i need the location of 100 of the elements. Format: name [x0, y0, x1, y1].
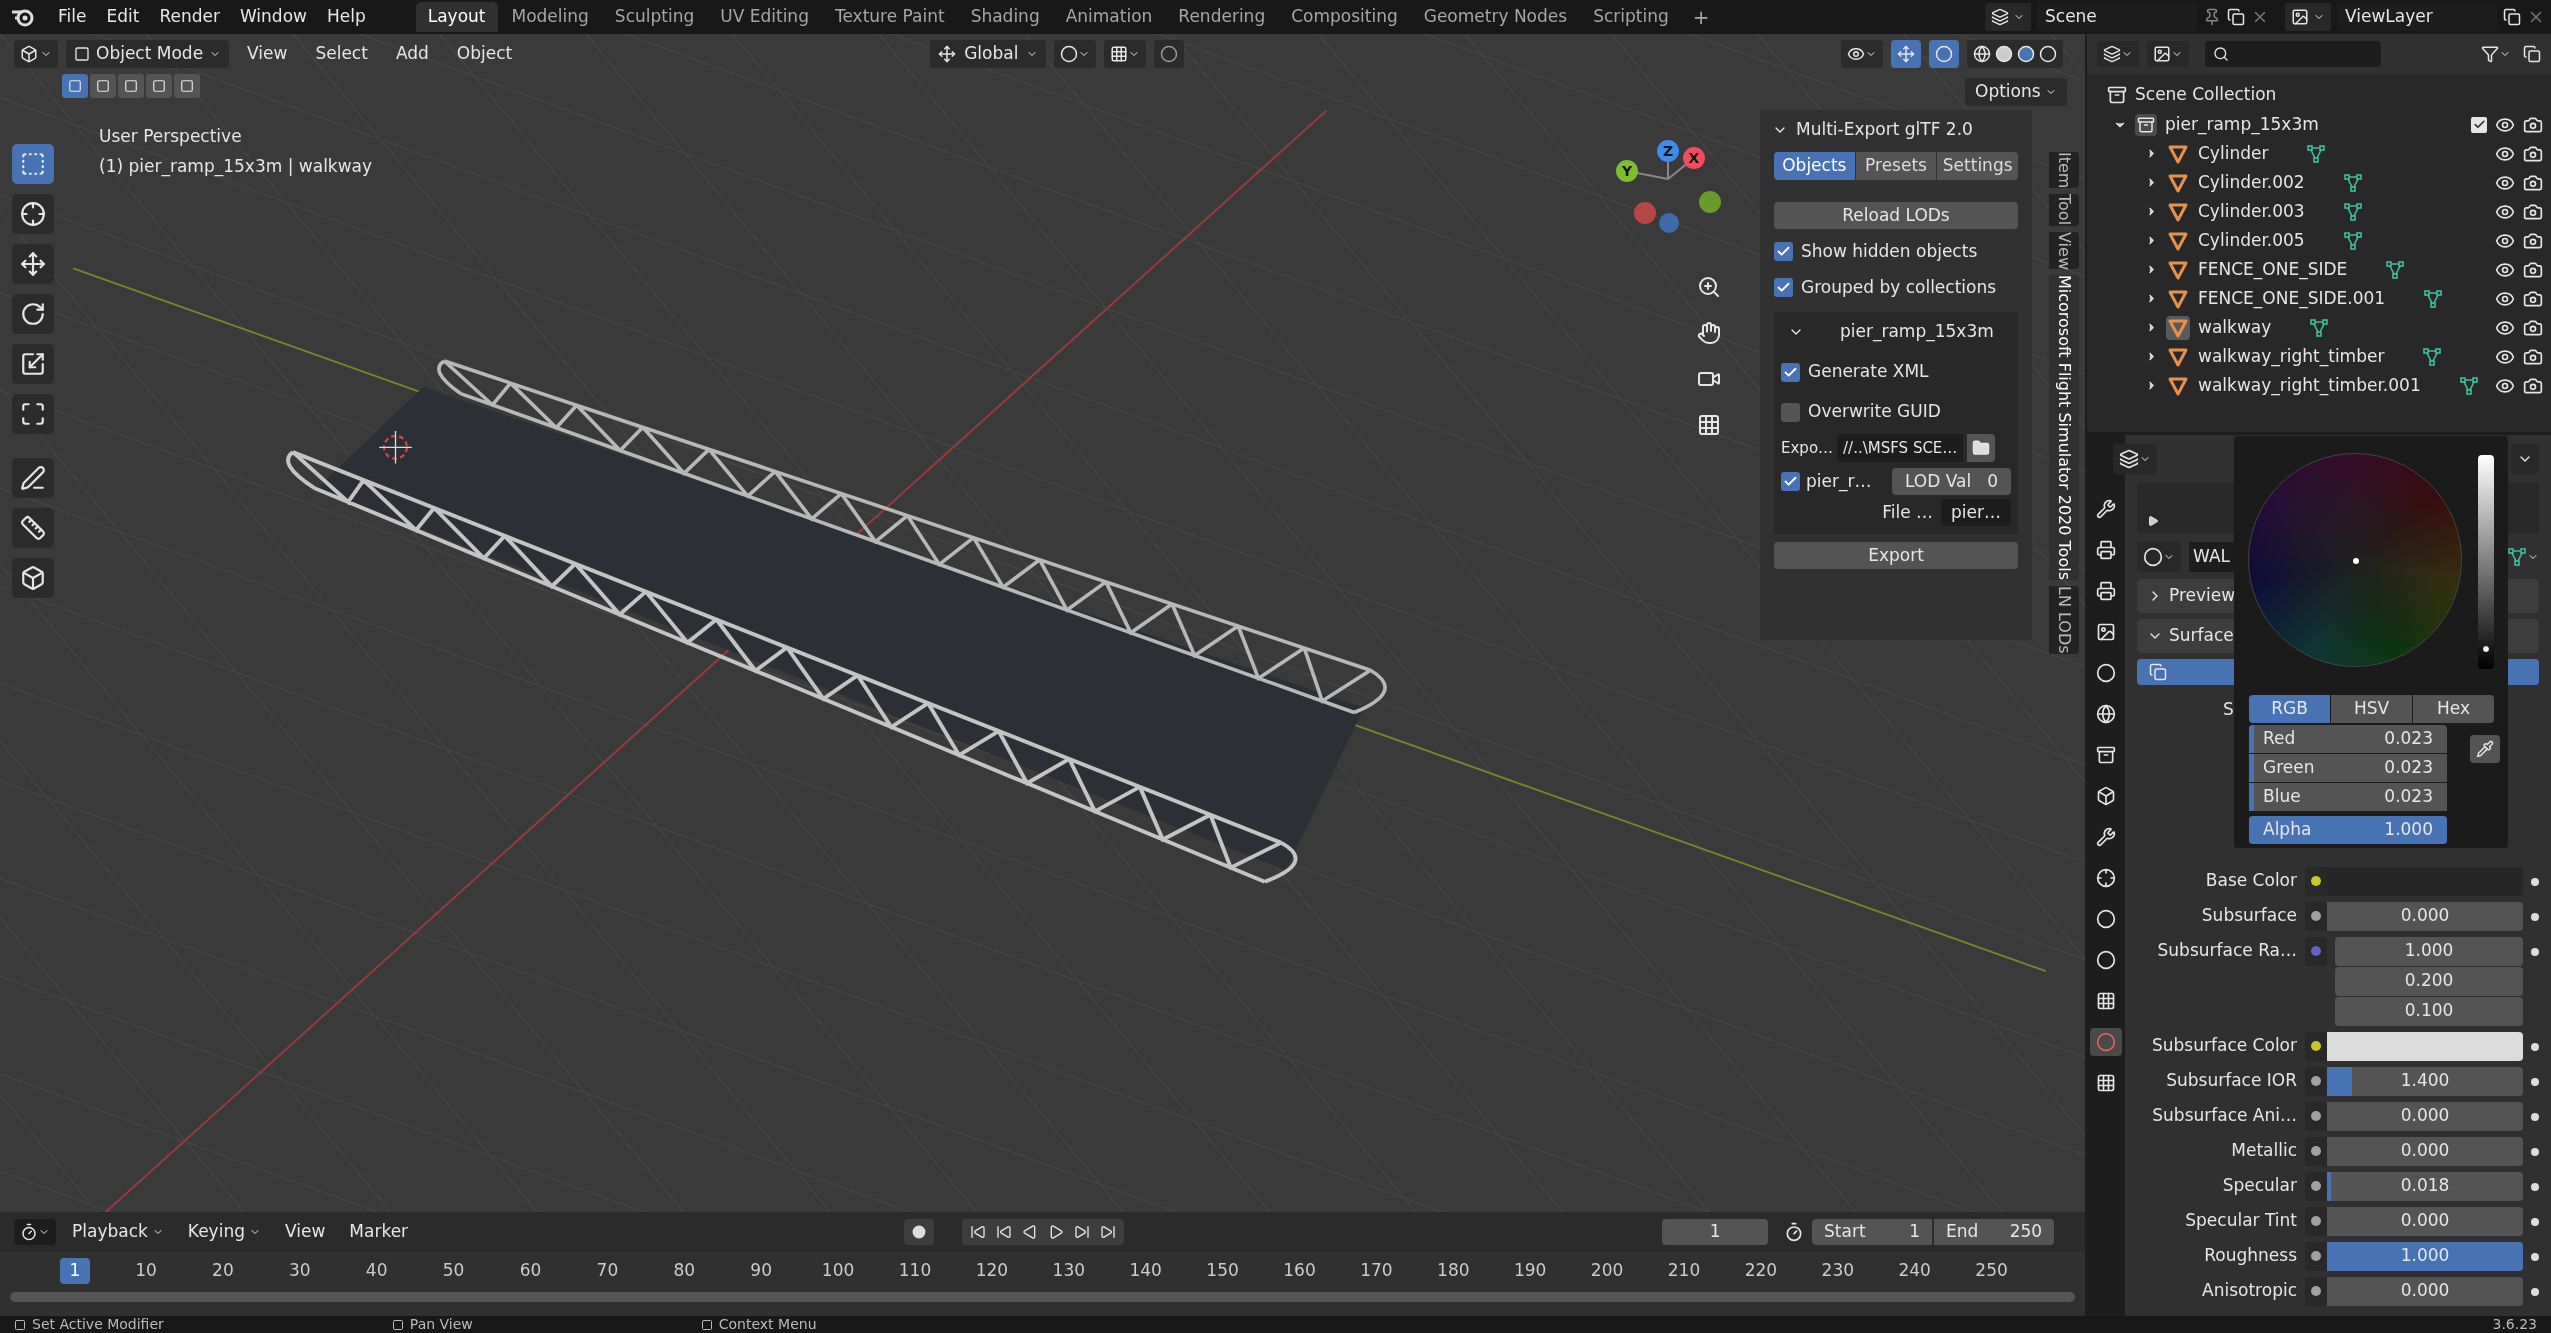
- workspace-tab[interactable]: Animation: [1053, 2, 1165, 32]
- checkbox[interactable]: [1781, 402, 1800, 422]
- checkbox[interactable]: [1774, 277, 1793, 297]
- outliner-item[interactable]: walkway_right_timber: [2198, 343, 2385, 370]
- start-frame-field[interactable]: Start 1: [1812, 1219, 1933, 1245]
- workspace-tab[interactable]: Scripting: [1581, 2, 1681, 32]
- checkbox-label[interactable]: Generate XML: [1808, 359, 1929, 385]
- menu-item[interactable]: Window: [229, 4, 317, 30]
- outliner-item[interactable]: walkway_right_timber.001: [2198, 372, 2421, 399]
- socket-button[interactable]: [2305, 1171, 2327, 1201]
- socket-button[interactable]: [2305, 1136, 2327, 1166]
- lod-value-field[interactable]: LOD Val 0: [1892, 468, 2011, 495]
- dropdown-button[interactable]: [2511, 444, 2539, 474]
- workspace-tab[interactable]: Rendering: [1166, 2, 1278, 32]
- workspace-tab[interactable]: Shading: [958, 2, 1052, 32]
- workspace-tab[interactable]: Modeling: [499, 2, 601, 32]
- socket-button[interactable]: [2305, 1066, 2327, 1096]
- menu-item[interactable]: Render: [149, 4, 230, 30]
- socket-button[interactable]: [2305, 901, 2327, 931]
- selection-mode-button[interactable]: [146, 74, 172, 98]
- tool-button[interactable]: [12, 194, 54, 234]
- value-slider[interactable]: [2478, 455, 2494, 669]
- scene-selector[interactable]: [1985, 3, 2031, 31]
- socket-button[interactable]: [2305, 866, 2327, 896]
- menu-item[interactable]: File: [48, 4, 97, 30]
- menu-item[interactable]: Select: [305, 41, 378, 67]
- value-field[interactable]: 0.200: [2335, 966, 2523, 996]
- sidebar-tab[interactable]: Micorosoft Flight Simulator 2020 Tools: [2049, 275, 2079, 581]
- value-field[interactable]: 0.000: [2327, 1206, 2523, 1236]
- outliner-item[interactable]: pier_ramp_15x3m: [2165, 111, 2319, 138]
- sidebar-tab[interactable]: Item: [2049, 152, 2079, 189]
- color-channel-field[interactable]: Alpha 1.000: [2249, 816, 2447, 844]
- view-layer-selector[interactable]: [2285, 3, 2331, 31]
- checkbox-label[interactable]: Grouped by collections: [1801, 274, 1997, 300]
- menu-item[interactable]: Marker: [341, 1219, 417, 1245]
- editor-type-button[interactable]: [14, 1219, 56, 1245]
- menu-item[interactable]: Help: [316, 4, 376, 30]
- selection-mode-button[interactable]: [90, 74, 116, 98]
- sidebar-tab[interactable]: View: [2049, 231, 2079, 270]
- options-dropdown[interactable]: Options: [1965, 78, 2067, 106]
- panel-tab[interactable]: Objects: [1774, 152, 1855, 180]
- pivot-button[interactable]: [1054, 40, 1097, 68]
- reload-lods-button[interactable]: Reload LODs: [1774, 202, 2018, 229]
- menu-item[interactable]: View: [237, 41, 298, 67]
- color-channel-field[interactable]: Red 0.023: [2249, 725, 2447, 753]
- outliner-item[interactable]: FENCE_ONE_SIDE: [2198, 256, 2348, 283]
- checkbox[interactable]: [1774, 242, 1793, 262]
- socket-button[interactable]: [2305, 1031, 2327, 1061]
- editor-type-button[interactable]: [2113, 444, 2157, 474]
- value-field[interactable]: 1.000: [2327, 1241, 2523, 1271]
- checkbox-label[interactable]: Show hidden objects: [1801, 239, 1978, 265]
- mode-dropdown[interactable]: Object Mode: [66, 40, 230, 68]
- end-frame-field[interactable]: End 250: [1934, 1219, 2055, 1245]
- workspace-tab[interactable]: Sculpting: [602, 2, 707, 32]
- display-mode-button[interactable]: [2147, 41, 2189, 67]
- checkbox-label[interactable]: pier_r…: [1806, 468, 1886, 495]
- selection-mode-button[interactable]: [174, 74, 200, 98]
- color-channel-field[interactable]: Blue 0.023: [2249, 783, 2447, 811]
- tool-button[interactable]: [12, 344, 54, 384]
- menu-item[interactable]: Keying: [179, 1219, 269, 1245]
- tool-button[interactable]: [12, 244, 54, 284]
- slider-thumb[interactable]: [2482, 645, 2490, 653]
- search-field[interactable]: [2205, 41, 2381, 67]
- pin-icon[interactable]: [2203, 8, 2221, 26]
- scene-name-field[interactable]: Scene: [2037, 3, 2197, 31]
- workspace-tab[interactable]: UV Editing: [708, 2, 821, 32]
- timeline-scrollbar[interactable]: [10, 1292, 2075, 1302]
- socket-button[interactable]: [2305, 1276, 2327, 1306]
- outliner-item[interactable]: Cylinder: [2198, 140, 2269, 167]
- overlay-toggle-button[interactable]: [1929, 40, 1959, 68]
- socket-button[interactable]: [2305, 1241, 2327, 1271]
- selection-mode-button[interactable]: [62, 74, 88, 98]
- visibility-button[interactable]: [1841, 40, 1883, 68]
- workspace-tab[interactable]: Layout: [415, 2, 498, 32]
- value-field[interactable]: 1.000: [2335, 936, 2523, 966]
- sidebar-tab[interactable]: Tool: [2049, 194, 2079, 226]
- editor-type-button[interactable]: [2097, 41, 2139, 67]
- tool-button[interactable]: [12, 558, 54, 598]
- value-field[interactable]: 0.000: [2327, 1136, 2523, 1166]
- outliner-item[interactable]: Scene Collection: [2135, 82, 2277, 108]
- value-field[interactable]: 1.400: [2327, 1066, 2523, 1096]
- outliner-item[interactable]: FENCE_ONE_SIDE.001: [2198, 285, 2386, 312]
- color-mode-tab[interactable]: RGB: [2249, 695, 2330, 723]
- playback-controls[interactable]: [962, 1219, 1125, 1245]
- snap-button[interactable]: [1104, 40, 1147, 68]
- color-swatch[interactable]: [2327, 1031, 2523, 1061]
- orientation-dropdown[interactable]: Global: [930, 40, 1047, 68]
- outliner-item[interactable]: Cylinder.005: [2198, 227, 2305, 254]
- selection-mode-button[interactable]: [118, 74, 144, 98]
- color-channel-field[interactable]: Green 0.023: [2249, 754, 2447, 782]
- axis-gizmo-drawing[interactable]: Z X Y: [1605, 129, 1730, 239]
- sidebar-tab[interactable]: LN LODs: [2049, 586, 2079, 654]
- gizmo-toggle-button[interactable]: [1891, 40, 1921, 68]
- editor-type-button[interactable]: [14, 40, 58, 68]
- outliner-item[interactable]: walkway: [2198, 314, 2272, 341]
- view-layer-field[interactable]: ViewLayer: [2337, 3, 2497, 31]
- outliner-item[interactable]: Cylinder.003: [2198, 198, 2305, 225]
- value-field[interactable]: 0.018: [2327, 1171, 2523, 1201]
- exclude-checkbox[interactable]: [2471, 116, 2487, 133]
- socket-button[interactable]: [2305, 1206, 2327, 1236]
